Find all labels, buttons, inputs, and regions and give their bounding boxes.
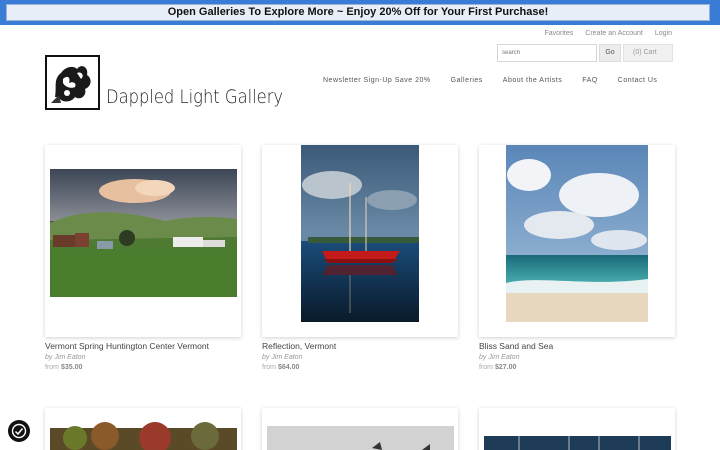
product-price: $64.00 [277, 364, 300, 371]
nav-galleries[interactable]: Galleries [451, 77, 483, 84]
product-title[interactable]: Reflection, Vermont [262, 341, 462, 351]
product-artist: by Jim Eaton [262, 354, 303, 361]
product-price-line: from $35.00 [45, 364, 245, 371]
product-image [267, 426, 454, 450]
product-caption: Vermont Spring Huntington Center Vermont… [45, 341, 245, 371]
nav-about-artists[interactable]: About the Artists [503, 77, 562, 84]
product-card[interactable] [479, 408, 675, 450]
product-card[interactable] [45, 145, 241, 337]
cart-button[interactable]: (0) Cart [623, 44, 673, 62]
create-account-link[interactable]: Create an Account [585, 30, 643, 37]
nav-contact[interactable]: Contact Us [618, 77, 658, 84]
account-links: Favorites Create an Account Login [544, 30, 672, 37]
product-price-line: from $27.00 [479, 364, 679, 371]
price-prefix: from [45, 364, 59, 371]
favorites-link[interactable]: Favorites [544, 30, 573, 37]
login-link[interactable]: Login [655, 30, 672, 37]
product-artist: by Jim Eaton [479, 354, 520, 361]
product-price-line: from $64.00 [262, 364, 462, 371]
product-card[interactable] [262, 145, 458, 337]
product-card[interactable] [262, 408, 458, 450]
promo-bar: Open Galleries To Explore More ~ Enjoy 2… [0, 0, 720, 25]
product-artist: by Jim Eaton [45, 354, 86, 361]
accessibility-button[interactable] [8, 420, 30, 442]
logo-mark-icon [47, 57, 98, 108]
nav-faq[interactable]: FAQ [582, 77, 598, 84]
product-price: $35.00 [60, 364, 83, 371]
main-nav: Newsletter Sign-Up Save 20% Galleries Ab… [323, 77, 657, 84]
product-image [506, 145, 648, 322]
nav-newsletter[interactable]: Newsletter Sign-Up Save 20% [323, 77, 431, 84]
promo-banner[interactable]: Open Galleries To Explore More ~ Enjoy 2… [6, 4, 710, 21]
product-image [301, 145, 419, 322]
search-input[interactable] [497, 44, 597, 62]
product-title[interactable]: Vermont Spring Huntington Center Vermont [45, 341, 245, 351]
product-card[interactable] [479, 145, 675, 337]
product-image [484, 436, 671, 450]
brand-name[interactable]: Dappled Light Gallery [106, 86, 283, 108]
product-caption: Bliss Sand and Sea by Jim Eaton from $27… [479, 341, 679, 371]
product-caption: Reflection, Vermont by Jim Eaton from $6… [262, 341, 462, 371]
product-image [50, 422, 237, 450]
accessibility-icon [11, 423, 27, 439]
product-title[interactable]: Bliss Sand and Sea [479, 341, 679, 351]
product-card[interactable] [45, 408, 241, 450]
product-image [50, 169, 237, 297]
search-bar: Go (0) Cart [497, 44, 673, 62]
price-prefix: from [262, 364, 276, 371]
product-price: $27.00 [494, 364, 517, 371]
search-go-button[interactable]: Go [599, 44, 621, 62]
price-prefix: from [479, 364, 493, 371]
gallery-logo[interactable] [45, 55, 100, 110]
